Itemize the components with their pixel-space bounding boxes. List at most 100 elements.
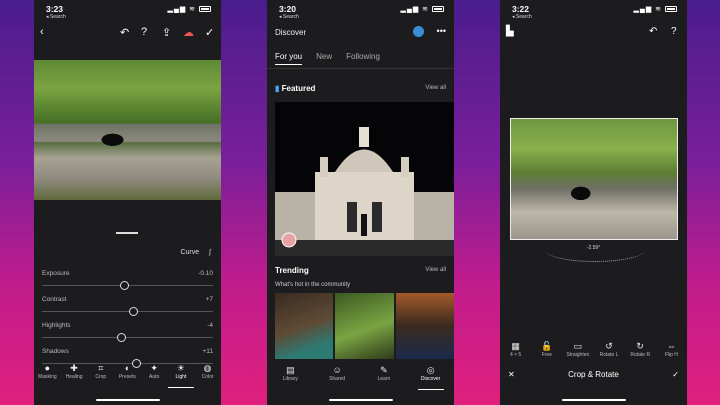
presets-icon: ◐ xyxy=(124,363,131,373)
slider-knob[interactable] xyxy=(128,307,138,316)
curve-label: Curve xyxy=(180,249,200,256)
trending-photo-2[interactable] xyxy=(335,293,394,359)
photo-preview xyxy=(34,60,221,200)
auto-icon: ✦ xyxy=(150,363,158,373)
trending-photo-1[interactable] xyxy=(275,293,334,359)
healing-icon: ✚ xyxy=(70,363,78,373)
slider-value: +7 xyxy=(205,296,213,303)
tool-label: Presets xyxy=(118,374,136,380)
battery-icon xyxy=(199,6,211,13)
slider-knob[interactable] xyxy=(116,333,126,342)
battery-icon xyxy=(432,6,444,13)
crop-toolbar: ▙ ↶ ? xyxy=(506,26,681,40)
tool-discover[interactable]: ◎ Discover xyxy=(417,364,444,390)
tool-learn[interactable]: ✎ Learn xyxy=(371,364,397,390)
undo-icon[interactable]: ↶ xyxy=(649,26,657,37)
tab-divider xyxy=(267,68,454,69)
help-icon[interactable]: ? xyxy=(671,26,677,37)
panel-drag-handle[interactable] xyxy=(116,232,138,234)
undo-icon[interactable]: ↶ xyxy=(120,26,129,39)
tool-presets[interactable]: ◐ Presets xyxy=(114,362,140,388)
trending-label: Trending xyxy=(275,266,309,275)
light-icon: ☀ xyxy=(176,363,185,373)
tool-rotate-r[interactable]: ↻ Rotate R xyxy=(627,340,653,366)
slider-label: Highlights xyxy=(42,322,71,329)
flip-h-icon: ⇔ xyxy=(666,341,676,351)
back-arrow-icon[interactable]: ‹ xyxy=(40,26,44,38)
tab-for-you[interactable]: For you xyxy=(275,52,303,65)
crop-tool-bar: ▦ 4 × 5 🔓 Free ▭ Straighten ↺ Rotate L ↻ Rotate R… xyxy=(500,340,687,366)
share-icon[interactable]: ⇪ xyxy=(162,26,171,39)
tool-4-5[interactable]: ▦ 4 × 5 xyxy=(503,340,529,366)
status-bar: 3:22 ◂ Search ▂▄▆ ≋ xyxy=(508,4,679,20)
tab-new[interactable]: New xyxy=(316,52,332,65)
featured-view-all-link[interactable]: View all xyxy=(425,85,446,91)
slider-contrast: Contrast +7 xyxy=(42,296,213,322)
rotate-l-icon: ↺ xyxy=(605,341,613,351)
tab-following[interactable]: Following xyxy=(346,52,380,65)
tool-label: Shared xyxy=(329,376,346,382)
crop-preview[interactable] xyxy=(510,118,678,240)
library-icon: ▤ xyxy=(286,365,295,375)
free-icon: 🔓 xyxy=(541,341,553,351)
tool-free[interactable]: 🔓 Free xyxy=(534,340,560,366)
tool-label: Masking xyxy=(38,374,57,380)
featured-photo[interactable] xyxy=(275,102,454,256)
4-5-icon: ▦ xyxy=(511,341,520,351)
tool-crop[interactable]: ⌗ Crop xyxy=(88,362,114,388)
tool-light[interactable]: ☀ Light xyxy=(167,362,194,388)
cloud-sync-icon[interactable]: ☁ xyxy=(183,26,194,39)
slider-value: -0.10 xyxy=(198,270,213,277)
slider-label: Shadows xyxy=(42,348,69,355)
tool-healing[interactable]: ✚ Healing xyxy=(61,362,87,388)
done-check-icon[interactable]: ✓ xyxy=(205,26,214,39)
tool-straighten[interactable]: ▭ Straighten xyxy=(565,340,591,366)
tool-rotate-l[interactable]: ↺ Rotate L xyxy=(596,340,622,366)
slider-knob[interactable] xyxy=(120,281,130,290)
discover-icon: ◎ xyxy=(426,365,435,375)
page-title: Discover xyxy=(275,28,307,37)
more-options-icon[interactable]: ••• xyxy=(437,26,446,36)
back-to-search-link[interactable]: ◂ Search xyxy=(512,14,532,20)
straighten-icon: ▭ xyxy=(573,341,583,351)
tool-masking[interactable]: ● Masking xyxy=(34,362,60,388)
slider-label: Exposure xyxy=(42,270,70,277)
phone-edit-light: 3:23 ◂ Search ▂▄▆ ≋ ‹ ↶ ? ⇪ ☁ ✓ Curve ∫ … xyxy=(34,0,221,405)
tool-library[interactable]: ▤ Library xyxy=(277,364,303,390)
status-bar: 3:20 ◂ Search ▂▄▆ ≋ xyxy=(275,4,446,20)
tool-label: Discover xyxy=(420,376,441,382)
tool-color[interactable]: ◍ Color xyxy=(195,362,221,388)
slider-track[interactable] xyxy=(42,311,213,312)
trending-photo-3[interactable] xyxy=(395,293,454,359)
masking-icon: ● xyxy=(44,363,51,373)
tool-auto[interactable]: ✦ Auto xyxy=(141,362,167,388)
cancel-close-icon[interactable]: ✕ xyxy=(508,370,515,379)
trending-thumbnails xyxy=(275,293,454,359)
tool-label: Rotate R xyxy=(630,352,651,358)
trending-header: Trending View all xyxy=(275,266,446,275)
help-icon[interactable]: ? xyxy=(141,26,147,38)
crop-icon: ⌗ xyxy=(98,363,104,373)
rotation-angle: -2.59° xyxy=(586,245,601,251)
status-time: 3:20 xyxy=(279,4,297,14)
system-icons: ▂▄▆ ≋ xyxy=(401,5,444,13)
tool-flip-h[interactable]: ⇔ Flip H xyxy=(658,340,684,366)
rotate-r-icon: ↻ xyxy=(636,341,644,351)
featured-icon: ▮ xyxy=(275,84,280,93)
back-to-search-link[interactable]: ◂ Search xyxy=(279,14,299,20)
trending-view-all-link[interactable]: View all xyxy=(425,267,446,273)
curve-button[interactable]: Curve ∫ xyxy=(180,249,211,256)
cathedral-illustration xyxy=(275,102,454,256)
profile-avatar-icon[interactable] xyxy=(413,26,424,37)
slider-track[interactable] xyxy=(42,337,213,338)
tool-shared[interactable]: ☺ Shared xyxy=(324,364,350,390)
aspect-icon[interactable]: ▙ xyxy=(506,26,514,37)
confirm-check-icon[interactable]: ✓ xyxy=(672,370,679,379)
color-icon: ◍ xyxy=(203,363,212,373)
slider-highlights: Highlights -4 xyxy=(42,322,213,348)
phone-crop-rotate: 3:22 ◂ Search ▂▄▆ ≋ ▙ ↶ ? -2.59° ▦ 4 × 5 🔓… xyxy=(500,0,687,405)
crop-rotate-title: Crop & Rotate xyxy=(568,370,619,379)
curve-icon: ∫ xyxy=(209,249,211,256)
back-to-search-link[interactable]: ◂ Search xyxy=(46,14,66,20)
slider-value: +11 xyxy=(202,348,213,355)
